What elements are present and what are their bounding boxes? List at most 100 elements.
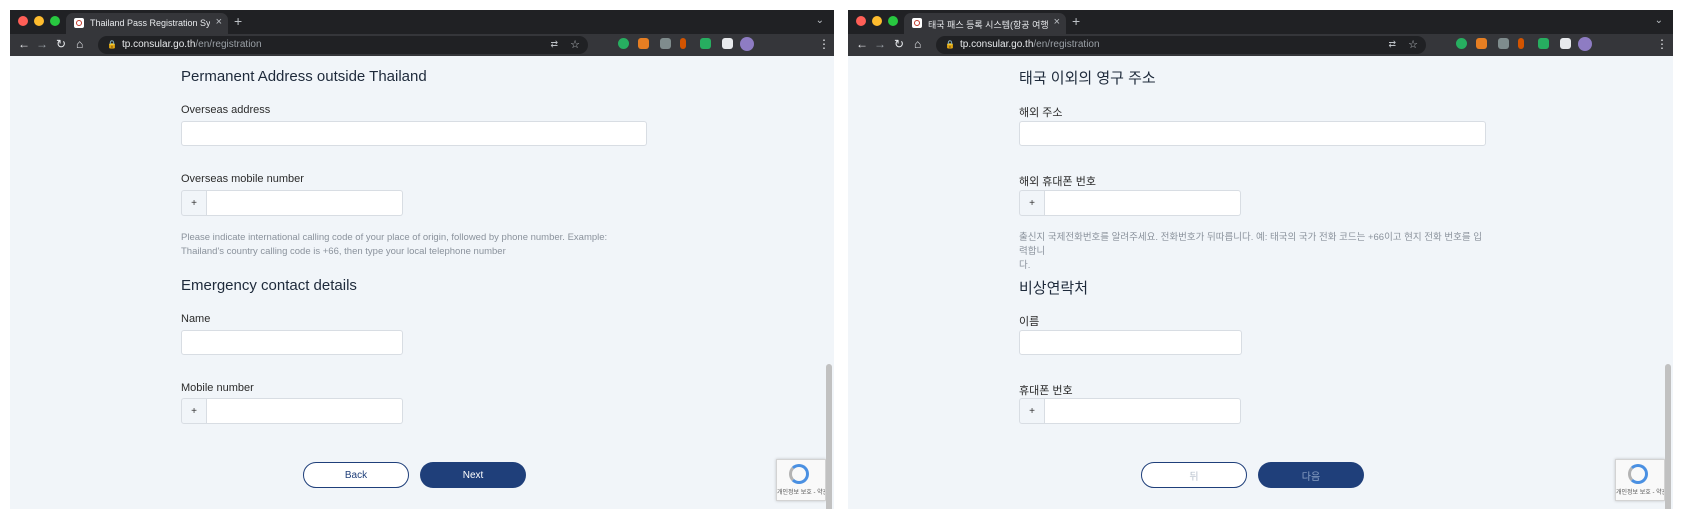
section-title-emergency-contact: 비상연락처 [1019, 280, 1089, 297]
emergency-mobile-input-group: + [181, 398, 403, 424]
window-controls [856, 16, 898, 26]
tab-active[interactable]: Thailand Pass Registration Sys × [66, 13, 228, 34]
extension-icon[interactable] [1476, 38, 1487, 49]
phone-hint-text: 출신지 국제전화번호를 알려주세요. 전화번호가 뒤따릅니다. 예: 태국의 국… [1019, 231, 1489, 273]
overseas-address-input[interactable] [181, 121, 647, 146]
tab-search-icon[interactable]: ⌄ [816, 15, 824, 26]
extension-icon[interactable] [680, 38, 686, 49]
phone-hint-text: Please indicate international calling co… [181, 231, 651, 259]
tab-close-icon[interactable]: × [1054, 16, 1060, 28]
favicon-icon [912, 18, 922, 28]
close-window-button[interactable] [856, 16, 866, 26]
browser-window-korean: 태국 패스 등록 시스템(항공 여행만 × + ⌄ ← → ↻ ⌂ 🔒 tp.c… [848, 10, 1673, 509]
overseas-mobile-label: Overseas mobile number [181, 173, 304, 185]
emergency-mobile-input[interactable] [1045, 398, 1241, 424]
close-window-button[interactable] [18, 16, 28, 26]
emergency-mobile-label: 휴대폰 번호 [1019, 385, 1073, 397]
minimize-window-button[interactable] [34, 16, 44, 26]
new-tab-button[interactable]: + [234, 13, 242, 29]
home-icon[interactable]: ⌂ [914, 37, 921, 51]
extension-icon[interactable] [1518, 38, 1524, 49]
overseas-mobile-input[interactable] [1045, 190, 1241, 216]
recaptcha-text[interactable]: 개인정보 보호 - 약관 [1616, 487, 1664, 496]
new-tab-button[interactable]: + [1072, 13, 1080, 29]
next-button[interactable]: 다음 [1258, 462, 1364, 488]
emergency-mobile-input-group: + [1019, 398, 1241, 424]
star-icon[interactable]: ☆ [1408, 38, 1418, 51]
browser-window-english: Thailand Pass Registration Sys × + ⌄ ← →… [10, 10, 834, 509]
puzzle-icon[interactable] [1560, 38, 1571, 49]
emergency-name-label: Name [181, 313, 211, 325]
maximize-window-button[interactable] [888, 16, 898, 26]
recaptcha-icon [1628, 464, 1648, 484]
tab-active[interactable]: 태국 패스 등록 시스템(항공 여행만 × [904, 13, 1066, 34]
lock-icon[interactable]: 🔒 [945, 40, 955, 49]
star-icon[interactable]: ☆ [570, 38, 580, 51]
overseas-address-input[interactable] [1019, 121, 1486, 146]
scrollbar[interactable] [826, 364, 832, 509]
emergency-name-input[interactable] [1019, 330, 1242, 355]
phone-prefix: + [1019, 190, 1045, 216]
avatar[interactable] [1578, 37, 1592, 51]
extension-icon[interactable] [1538, 38, 1549, 49]
hint-line: 출신지 국제전화번호를 알려주세요. 전화번호가 뒤따릅니다. 예: 태국의 국… [1019, 232, 1483, 257]
address-bar[interactable]: 🔒 tp.consular.go.th/en/registration ⇄ ☆ [98, 36, 588, 54]
favicon-icon [74, 18, 84, 28]
tab-bar: Thailand Pass Registration Sys × + ⌄ [10, 10, 834, 34]
url-path: /en/registration [1033, 39, 1100, 50]
tab-close-icon[interactable]: × [216, 16, 222, 28]
hint-line: 다. [1019, 260, 1031, 271]
overseas-mobile-label: 해외 휴대폰 번호 [1019, 176, 1096, 188]
recaptcha-text[interactable]: 개인정보 보호 - 약관 [777, 487, 825, 496]
puzzle-icon[interactable] [722, 38, 733, 49]
tab-title: 태국 패스 등록 시스템(항공 여행만 [928, 20, 1048, 30]
url-text[interactable]: tp.consular.go.th/en/registration [960, 39, 1100, 50]
back-button[interactable]: 뒤 [1141, 462, 1247, 488]
translate-icon[interactable]: ⇄ [1388, 39, 1396, 50]
url-path: /en/registration [195, 39, 262, 50]
emergency-name-label: 이름 [1019, 316, 1040, 328]
extension-icon[interactable] [618, 38, 629, 49]
url-host: tp.consular.go.th [122, 39, 196, 50]
url-text[interactable]: tp.consular.go.th/en/registration [122, 39, 262, 50]
section-title-emergency-contact: Emergency contact details [181, 277, 357, 294]
section-title-permanent-address: Permanent Address outside Thailand [181, 68, 427, 85]
back-button[interactable]: Back [303, 462, 409, 488]
emergency-mobile-label: Mobile number [181, 382, 254, 394]
tab-search-icon[interactable]: ⌄ [1655, 15, 1663, 26]
browser-toolbar: ← → ↻ ⌂ 🔒 tp.consular.go.th/en/registrat… [10, 34, 834, 56]
translate-icon[interactable]: ⇄ [550, 39, 558, 50]
minimize-window-button[interactable] [872, 16, 882, 26]
extension-icon[interactable] [1456, 38, 1467, 49]
kebab-menu-icon[interactable]: ⋮ [1656, 37, 1668, 51]
kebab-menu-icon[interactable]: ⋮ [818, 37, 830, 51]
emergency-mobile-input[interactable] [207, 398, 403, 424]
overseas-address-label: Overseas address [181, 104, 271, 116]
recaptcha-badge[interactable]: 개인정보 보호 - 약관 [1615, 459, 1665, 501]
lock-icon[interactable]: 🔒 [107, 40, 117, 49]
emergency-name-input[interactable] [181, 330, 403, 355]
next-button[interactable]: Next [420, 462, 526, 488]
overseas-mobile-input[interactable] [207, 190, 403, 216]
scrollbar[interactable] [1665, 364, 1671, 509]
phone-prefix: + [181, 398, 207, 424]
avatar[interactable] [740, 37, 754, 51]
overseas-mobile-input-group: + [181, 190, 403, 216]
forward-arrow-icon[interactable]: → [36, 37, 48, 51]
address-bar[interactable]: 🔒 tp.consular.go.th/en/registration ⇄ ☆ [936, 36, 1426, 54]
browser-toolbar: ← → ↻ ⌂ 🔒 tp.consular.go.th/en/registrat… [848, 34, 1673, 56]
extension-icon[interactable] [638, 38, 649, 49]
extension-icon[interactable] [1498, 38, 1509, 49]
maximize-window-button[interactable] [50, 16, 60, 26]
reload-icon[interactable]: ↻ [56, 37, 66, 51]
section-title-permanent-address: 태국 이외의 영구 주소 [1019, 70, 1156, 87]
extension-icon[interactable] [700, 38, 711, 49]
forward-arrow-icon[interactable]: → [874, 37, 886, 51]
overseas-address-label: 해외 주소 [1019, 107, 1063, 119]
recaptcha-badge[interactable]: 개인정보 보호 - 약관 [776, 459, 826, 501]
reload-icon[interactable]: ↻ [894, 37, 904, 51]
back-arrow-icon[interactable]: ← [18, 37, 30, 51]
home-icon[interactable]: ⌂ [76, 37, 83, 51]
back-arrow-icon[interactable]: ← [856, 37, 868, 51]
extension-icon[interactable] [660, 38, 671, 49]
